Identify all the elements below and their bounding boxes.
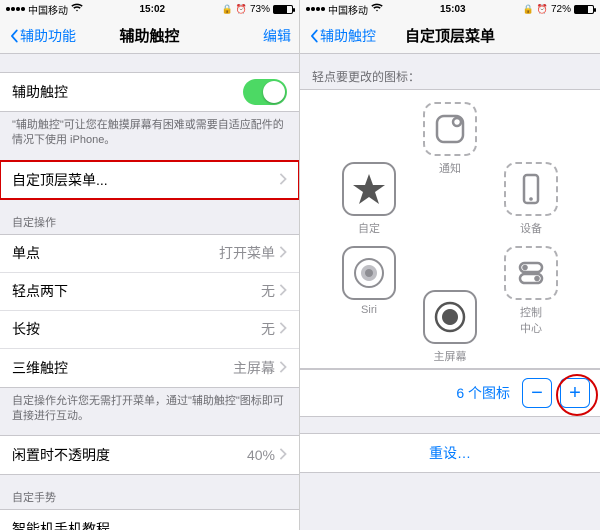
back-button[interactable]: 辅助功能 [8,26,76,46]
carrier-label: 中国移动 [28,2,68,17]
slot-label: 设备 [496,220,566,236]
toggle-footer: "辅助触控"可让您在触摸屏幕有困难或需要自适应配件的情况下使用 iPhone。 [0,112,299,148]
nav-bar: 辅助触控 自定顶层菜单 [300,18,600,54]
plus-button[interactable]: + [560,378,590,408]
minus-button[interactable]: − [522,378,552,408]
tutorial-row[interactable]: 智能机手机教程 [0,510,299,530]
back-label: 辅助功能 [20,26,76,46]
lock-icon [523,4,534,15]
assistive-touch-toggle-row[interactable]: 辅助触控 [0,73,299,111]
notification-icon [423,102,477,156]
wifi-icon [71,3,83,15]
page-title: 辅助触控 [119,25,179,46]
home-icon [423,290,477,344]
chevron-right-icon [279,447,287,463]
siri-icon [342,246,396,300]
row-value: 打开菜单 [219,243,275,263]
chevron-right-icon [279,245,287,261]
battery-icon [574,5,594,14]
slot-label: Siri [334,304,404,316]
slot-control-center[interactable]: 控制 中心 [496,246,566,336]
group-tutorial: 智能机手机教程 [0,509,299,530]
row-label: 三维触控 [12,358,68,378]
row-label: 闲置时不透明度 [12,445,110,465]
slot-custom[interactable]: 自定 [334,162,404,236]
reset-row[interactable]: 重设… [300,434,600,472]
row-label: 轻点两下 [12,281,68,301]
reset-label: 重设… [429,443,471,463]
battery-icon [273,5,293,14]
device-icon [504,162,558,216]
left-screenshot: 中国移动 15:02 73% 辅助功能 辅助触控 编辑 [0,0,300,530]
star-icon [342,162,396,216]
wifi-icon [371,3,383,15]
group-reset: 重设… [300,433,600,473]
chevron-right-icon [279,172,287,188]
status-bar: 中国移动 15:02 73% [0,0,299,18]
signal-icon [6,7,25,11]
group-idle-opacity: 闲置时不透明度 40% [0,435,299,475]
slot-device[interactable]: 设备 [496,162,566,236]
row-label: 长按 [12,319,40,339]
right-screenshot: 中国移动 15:03 72% 辅助触控 自定顶层菜单 轻点要更改的图标： [300,0,600,530]
carrier-label: 中国移动 [328,2,368,17]
row-label: 智能机手机教程 [12,519,110,530]
alarm-icon [537,4,548,15]
idle-opacity-row[interactable]: 闲置时不透明度 40% [0,436,299,474]
control-center-icon [504,246,558,300]
row-value: 主屏幕 [233,358,275,378]
alarm-icon [236,4,247,15]
slot-label: 自定 [334,220,404,236]
slot-label: 通知 [415,160,485,176]
icon-count-row: 6 个图标 − + [300,369,600,417]
row-value: 无 [261,281,275,301]
battery-percent: 73% [250,4,270,15]
battery-percent: 72% [551,4,571,15]
section-gestures-header: 自定手势 [0,475,299,509]
action-row-doubletap[interactable]: 轻点两下 无 [0,273,299,311]
chevron-right-icon [279,360,287,376]
row-value: 无 [261,319,275,339]
actions-footer: 自定操作允许您无需打开菜单，通过"辅助触控"图标即可直接进行互动。 [0,388,299,424]
row-label: 自定顶层菜单... [12,170,108,190]
chevron-right-icon [279,321,287,337]
row-value: 40% [247,447,275,463]
group-toggle: 辅助触控 [0,72,299,112]
lock-icon [222,4,233,15]
signal-icon [306,7,325,11]
slot-siri[interactable]: Siri [334,246,404,316]
action-row-tap[interactable]: 单点 打开菜单 [0,235,299,273]
edit-button[interactable]: 编辑 [263,26,291,46]
slot-label: 主屏幕 [415,348,485,364]
slot-home[interactable]: 主屏幕 [415,290,485,364]
back-label: 辅助触控 [320,26,376,46]
back-button[interactable]: 辅助触控 [308,26,376,46]
toggle-switch-icon[interactable] [243,79,287,105]
nav-bar: 辅助功能 辅助触控 编辑 [0,18,299,54]
hint-text: 轻点要更改的图标： [300,54,600,89]
customize-top-menu-row[interactable]: 自定顶层菜单... [0,161,299,199]
action-row-longpress[interactable]: 长按 无 [0,311,299,349]
section-actions-header: 自定操作 [0,200,299,234]
icon-count-label: 6 个图标 [456,383,510,403]
slot-notification[interactable]: 通知 [415,102,485,176]
group-actions: 单点 打开菜单 轻点两下 无 长按 无 三维触控 主屏幕 [0,234,299,388]
status-time: 15:02 [139,4,165,15]
status-time: 15:03 [440,4,466,15]
toggle-label: 辅助触控 [12,82,68,102]
page-title: 自定顶层菜单 [405,25,495,46]
icon-board: 通知 自定 设备 Siri [300,89,600,369]
action-row-3dtouch[interactable]: 三维触控 主屏幕 [0,349,299,387]
slot-label: 控制 中心 [496,304,566,336]
status-bar: 中国移动 15:03 72% [300,0,600,18]
group-custom-menu: 自定顶层菜单... [0,160,299,200]
row-label: 单点 [12,243,40,263]
chevron-right-icon [279,283,287,299]
